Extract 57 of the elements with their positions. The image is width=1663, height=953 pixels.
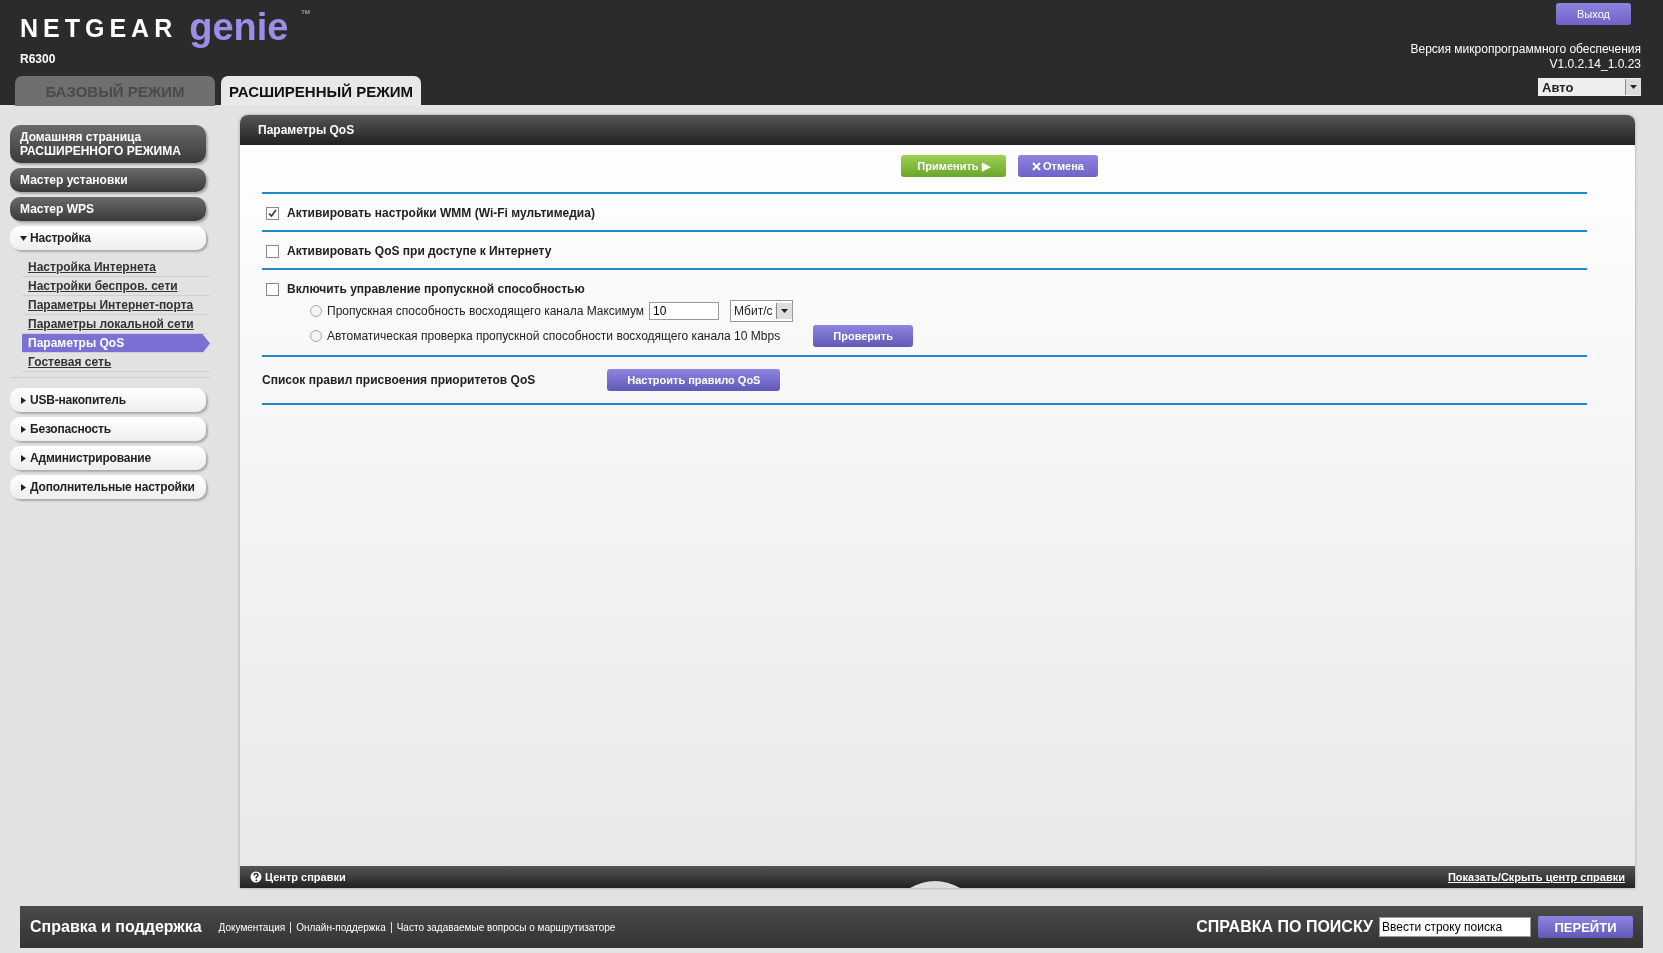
checkbox[interactable] — [266, 244, 279, 258]
logout-button[interactable]: Выход — [1556, 3, 1631, 25]
option-label: Пропускная способность восходящего канала Максимум — [327, 304, 645, 318]
option-label: Активировать QoS при доступе к Интернету — [287, 244, 552, 258]
sidebar-link[interactable]: Гостевая сеть — [22, 353, 210, 372]
bandwidth-field[interactable]: 10 — [649, 302, 720, 320]
panel-title: Параметры QoS — [240, 115, 1635, 145]
dropdown-arrow-icon — [1630, 85, 1637, 89]
option-label: Активировать настройки WMM (Wi-Fi мультимедиа) — [287, 206, 595, 220]
firmware-label: Версия микропрограммного обеспечения — [1410, 42, 1641, 57]
search-label: СПРАВКА ПО ПОИСКУ — [1196, 918, 1373, 936]
sidebar-item[interactable]: Мастер установки — [10, 168, 206, 192]
sidebar-section[interactable]: Настройка — [10, 226, 206, 250]
search-button[interactable]: ПЕРЕЙТИ — [1538, 916, 1633, 938]
toggle-help-link[interactable]: Показать/Скрыть центр справки — [1447, 871, 1625, 883]
caret-right-icon — [20, 483, 27, 491]
test-button[interactable]: Проверить — [813, 325, 914, 347]
logo-brand: NETGEAR — [20, 14, 178, 43]
logo-product: genie — [189, 8, 289, 46]
sidebar-section[interactable]: Дополнительные настройки — [10, 475, 206, 499]
caret-down-icon — [20, 234, 27, 242]
firmware-version: V1.0.2.14_1.0.23 — [1549, 57, 1641, 72]
sidebar-link[interactable]: Параметры Интернет-порта — [22, 296, 210, 315]
search-field[interactable]: Ввести строку поиска — [1379, 917, 1531, 937]
dropdown-arrow-icon — [781, 309, 789, 313]
option-label: Автоматическая проверка пропускной способности восходящего канала 10 Mbps — [327, 329, 781, 343]
checkbox[interactable] — [266, 282, 279, 296]
cancel-button[interactable]: Отмена — [1018, 155, 1098, 177]
rules-label: Список правил присвоения приоритетов QoS — [262, 373, 536, 387]
unit-select[interactable]: Мбит/с — [730, 300, 794, 322]
footer-title: Справка и поддержка — [30, 918, 202, 936]
setup-rule-button[interactable]: Настроить правило QoS — [607, 369, 781, 391]
sidebar-section[interactable]: USB-накопитель — [10, 388, 206, 412]
footer-link[interactable]: Онлайн-поддержка — [290, 921, 391, 933]
caret-right-icon — [20, 454, 27, 462]
sidebar-link[interactable]: Настройки беспров. сети — [22, 277, 210, 296]
radio-button[interactable] — [310, 305, 322, 317]
sidebar-item[interactable]: Домашняя страница РАСШИРЕННОГО РЕЖИМА — [10, 125, 206, 163]
option-label: Включить управление пропускной способностью — [287, 282, 585, 296]
language-select[interactable]: Авто — [1538, 78, 1641, 96]
sidebar-section[interactable]: Администрирование — [10, 446, 206, 470]
sidebar-link[interactable]: Параметры QoS — [22, 334, 210, 353]
caret-right-icon — [20, 396, 27, 404]
sidebar-link[interactable]: Настройка Интернета — [22, 258, 210, 277]
help-icon — [250, 871, 262, 883]
footer-link[interactable]: Документация — [213, 921, 291, 933]
mode-tab[interactable]: РАСШИРЕННЫЙ РЕЖИМ — [221, 76, 421, 106]
close-icon — [1032, 161, 1041, 171]
footer-link[interactable]: Часто задаваемые вопросы о маршрутизаторе — [390, 921, 621, 933]
sidebar-item[interactable]: Мастер WPS — [10, 197, 206, 221]
radio-button[interactable] — [310, 330, 322, 342]
model-name: R6300 — [20, 52, 57, 66]
help-title: Центр справки — [265, 871, 346, 883]
caret-right-icon — [20, 425, 27, 433]
sidebar-section[interactable]: Безопасность — [10, 417, 206, 441]
trademark: ™ — [300, 8, 311, 19]
checkbox[interactable] — [266, 206, 279, 220]
